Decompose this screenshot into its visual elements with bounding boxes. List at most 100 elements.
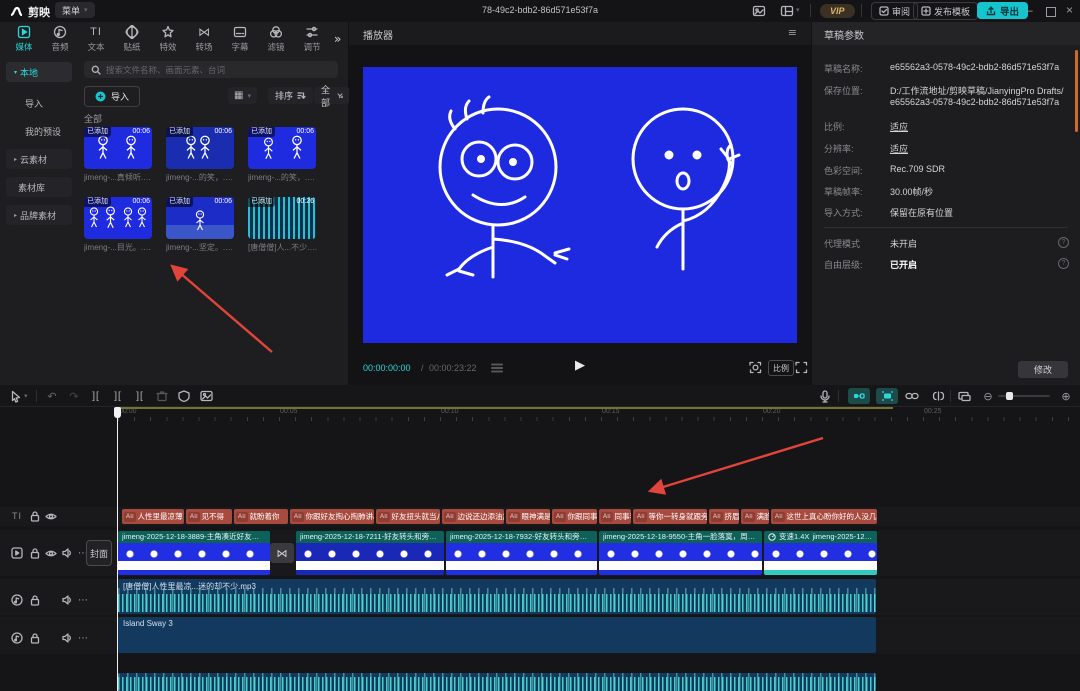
- media-item-video[interactable]: 已添加 00:06: [248, 127, 316, 169]
- eye-icon[interactable]: [44, 546, 58, 560]
- maximize-button[interactable]: [1046, 7, 1056, 17]
- tab-sticker[interactable]: 贴纸: [114, 25, 150, 53]
- filter-all-button[interactable]: 全部: [314, 87, 350, 104]
- video-clip[interactable]: jimeng-2025-12-18-3889-主角凑近好友，一脸信任: [118, 531, 270, 575]
- playhead-handle[interactable]: [114, 407, 121, 418]
- vip-badge[interactable]: VIP: [820, 4, 855, 18]
- preview-axis-icon[interactable]: [956, 388, 972, 404]
- zoom-out-icon[interactable]: ⊖: [980, 388, 996, 404]
- tab-transition[interactable]: ⋈ 转场: [186, 25, 222, 53]
- tab-filter[interactable]: 滤镜: [258, 25, 294, 53]
- fullscreen-icon[interactable]: [795, 361, 808, 374]
- tab-effects[interactable]: 特效: [150, 25, 186, 53]
- video-clip[interactable]: jimeng-2025-12-18-9550-主角一脸落寞，周围人有的: [599, 531, 762, 575]
- export-frame-icon[interactable]: [198, 388, 214, 404]
- text-clip[interactable]: A≡你跟同事倾诉最近: [552, 509, 597, 524]
- eye-icon[interactable]: [44, 509, 58, 523]
- speaker-icon[interactable]: [60, 593, 74, 607]
- help-icon[interactable]: ?: [1058, 258, 1069, 269]
- record-mic-icon[interactable]: [817, 388, 833, 404]
- player-background-icon[interactable]: [752, 4, 766, 18]
- text-clip[interactable]: A≡同事表面: [599, 509, 631, 524]
- ratio-select[interactable]: 适应: [890, 120, 908, 133]
- split-view-icon[interactable]: [930, 388, 946, 404]
- split-right-icon[interactable]: ][: [132, 388, 148, 404]
- more-icon[interactable]: ⋯: [76, 593, 90, 607]
- tab-captions[interactable]: 字幕: [222, 25, 258, 53]
- sidebar-item-cloud[interactable]: ▸ 云素材: [6, 149, 72, 169]
- audio-clip[interactable]: Island Sway 3: [118, 617, 876, 653]
- zoom-in-icon[interactable]: ⊕: [1058, 388, 1074, 404]
- play-button[interactable]: ▶: [575, 358, 585, 373]
- more-icon[interactable]: ⋯: [76, 631, 90, 645]
- video-clip[interactable]: jimeng-2025-12-18-7932-好友转头和旁人窃窃私语: [446, 531, 597, 575]
- text-clip[interactable]: A≡这世上真心盼你好的人没几个: [771, 509, 877, 524]
- media-item-video[interactable]: 已添加 00:06: [166, 127, 234, 169]
- media-item-video[interactable]: 已添加 00:06: [84, 127, 152, 169]
- publish-template-button[interactable]: 发布模板: [913, 2, 978, 20]
- minimize-button[interactable]: –: [1026, 3, 1033, 17]
- speaker-icon[interactable]: [60, 631, 74, 645]
- text-clip[interactable]: A≡人性里最凉薄: [122, 509, 184, 524]
- ratio-button[interactable]: 比例: [768, 360, 794, 376]
- media-item-video[interactable]: 已添加 00:06: [166, 197, 234, 239]
- split-left-icon[interactable]: ][: [110, 388, 126, 404]
- tab-text[interactable]: TI 文本: [78, 25, 114, 53]
- cover-button[interactable]: 封面: [86, 540, 112, 566]
- lock-icon[interactable]: [28, 631, 42, 645]
- lock-icon[interactable]: [28, 509, 42, 523]
- quality-icon[interactable]: [491, 362, 503, 374]
- slider-thumb[interactable]: [1006, 392, 1013, 400]
- audio-clip[interactable]: [唐僧僧]人性里最凉...迷的却不少.mp3: [118, 579, 876, 614]
- video-preview[interactable]: [363, 67, 797, 343]
- import-button[interactable]: 导入: [84, 86, 140, 107]
- text-clip[interactable]: A≡你跟好友掏心掏肺讲心事: [290, 509, 374, 524]
- video-clip[interactable]: jimeng-2025-12-18-7211-好友转头和旁人窃窃私语: [296, 531, 444, 575]
- sort-button[interactable]: 排序: [268, 87, 313, 104]
- scrollbar[interactable]: [1075, 50, 1078, 132]
- view-mode-select[interactable]: ▦ ▾: [228, 87, 257, 104]
- search-input[interactable]: 搜索文件名称、画面元素、台词: [84, 61, 338, 78]
- select-tool-chevron-icon[interactable]: ▾: [24, 392, 28, 400]
- export-button[interactable]: 导出: [977, 2, 1028, 19]
- layout-switch-icon[interactable]: [780, 4, 794, 18]
- sidebar-item-brand[interactable]: ▸ 品牌素材: [6, 205, 72, 225]
- tab-media[interactable]: 媒体: [6, 25, 42, 53]
- sidebar-item-local[interactable]: ▾ 本地: [6, 62, 72, 82]
- lock-icon[interactable]: [28, 593, 42, 607]
- transition-clip[interactable]: ⋈: [270, 543, 294, 563]
- lock-icon[interactable]: [28, 546, 42, 560]
- close-button[interactable]: ×: [1066, 3, 1073, 17]
- media-item-audio[interactable]: 已添加 00:26: [248, 197, 316, 239]
- help-icon[interactable]: ?: [1058, 237, 1069, 248]
- timeline-zoom-slider[interactable]: [998, 395, 1050, 397]
- modify-button[interactable]: 修改: [1018, 361, 1068, 378]
- tab-audio[interactable]: 音频: [42, 25, 78, 53]
- text-clip[interactable]: A≡满脸嘲: [741, 509, 769, 524]
- redo-icon[interactable]: ↷: [66, 388, 82, 404]
- preview-focus-icon[interactable]: [749, 361, 762, 374]
- delete-icon[interactable]: [154, 388, 170, 404]
- audio-clip-partial[interactable]: [118, 673, 876, 691]
- text-clip[interactable]: A≡边说还边添油加醋: [442, 509, 504, 524]
- mask-icon[interactable]: [176, 388, 192, 404]
- split-icon[interactable]: ][: [88, 388, 104, 404]
- text-clip[interactable]: A≡等你一转身就跟旁人撇眉: [633, 509, 707, 524]
- sidebar-item-library[interactable]: 素材库: [6, 177, 72, 197]
- media-item-video[interactable]: 已添加 00:06: [84, 197, 152, 239]
- player-menu-icon[interactable]: ≡: [788, 26, 797, 39]
- text-clip[interactable]: A≡见不得: [186, 509, 232, 524]
- video-clip-speed[interactable]: 变速1.4X jimeng-2025-12-18-98: [764, 531, 877, 575]
- undo-icon[interactable]: ↶: [44, 388, 60, 404]
- timeline-ruler[interactable]: 00:00 00:05 00:10 00:15 00:20 00:25: [110, 407, 1080, 421]
- sidebar-item-import[interactable]: 导入: [6, 93, 72, 113]
- text-clip[interactable]: A≡就盼着你: [234, 509, 288, 524]
- tab-adjust[interactable]: 调节: [294, 25, 330, 53]
- speaker-icon[interactable]: [60, 546, 74, 560]
- layout-chevron-icon[interactable]: ▾: [796, 6, 800, 14]
- more-tabs-icon[interactable]: »: [334, 32, 341, 46]
- linkage-icon[interactable]: [904, 388, 920, 404]
- text-clip[interactable]: A≡挤眉梢: [709, 509, 739, 524]
- snap-toggle[interactable]: [848, 388, 870, 404]
- sidebar-item-presets[interactable]: 我的预设: [6, 121, 72, 141]
